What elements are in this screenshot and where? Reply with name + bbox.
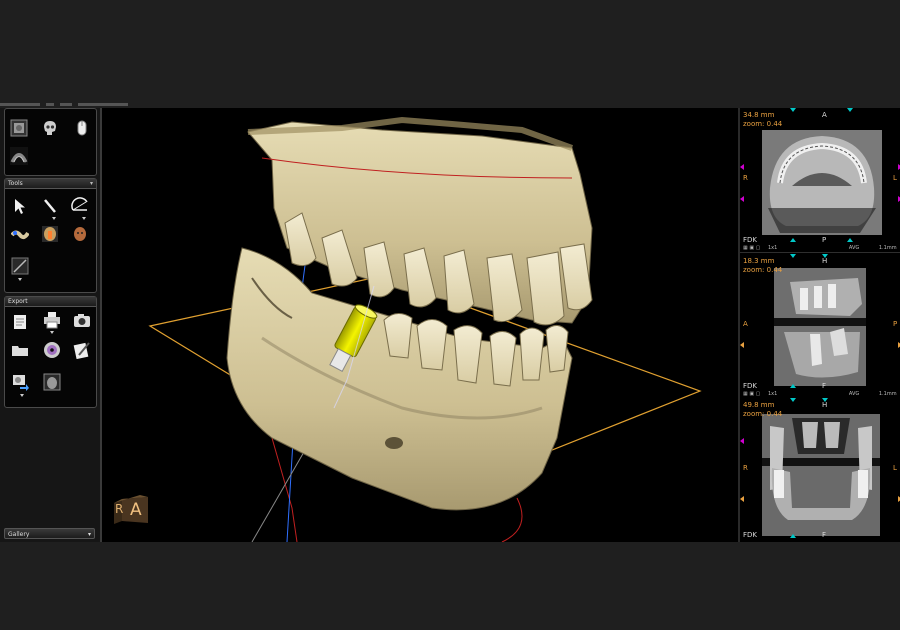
slice-panel: 34.8 mm zoom: 0.44 A R L FDK P ▦ ▣ ▢ 1x1… — [738, 108, 900, 542]
measure-line-tool-icon[interactable] — [41, 197, 59, 215]
export-image-icon[interactable] — [11, 373, 29, 391]
volume-view-icon[interactable] — [10, 119, 28, 137]
axial-filter: FDK — [743, 236, 758, 244]
left-panel: Tools ▾ Export Gallery ▾ — [0, 108, 102, 542]
chevron-down-icon[interactable] — [20, 394, 24, 397]
sagittal-slice-view[interactable]: 18.3 mm zoom: 0.44 H A P FDK F ▦ ▣ ▢ 1x1… — [740, 254, 900, 399]
screenshot-icon[interactable] — [43, 373, 61, 391]
view-group — [4, 108, 97, 176]
crop-tool-icon[interactable] — [11, 257, 29, 275]
axial-controls[interactable]: ▦ ▣ ▢ 1x1 AVG 1.1mm — [740, 244, 900, 252]
panoramic-view-icon[interactable] — [10, 147, 28, 165]
sagittal-ratio[interactable]: 1x1 — [768, 391, 777, 397]
volume-render — [148, 116, 702, 542]
chevron-down-icon[interactable]: ▾ — [88, 529, 91, 540]
document-icon[interactable] — [11, 313, 29, 331]
chevron-down-icon[interactable] — [18, 278, 22, 281]
sagittal-image — [774, 268, 866, 386]
export-header: Export — [5, 297, 96, 307]
axial-ratio[interactable]: 1x1 — [768, 245, 777, 251]
cube-label-r: R — [115, 502, 124, 516]
tools-title: Tools — [8, 180, 23, 187]
layout-icon[interactable]: ▦ ▣ ▢ — [743, 391, 760, 397]
tools-group: Tools ▾ — [4, 178, 97, 293]
cube-label-a: A — [130, 500, 142, 520]
marker-icon — [790, 254, 796, 258]
camera-icon[interactable] — [73, 311, 91, 329]
sagittal-dimension: 18.3 mm — [743, 257, 775, 265]
marker-icon — [790, 398, 796, 402]
marker-icon — [740, 438, 744, 444]
coronal-bottom-label: F — [822, 531, 827, 539]
sagittal-zoom: zoom: 0.44 — [743, 266, 783, 274]
layout-icon[interactable]: ▦ ▣ ▢ — [743, 245, 760, 251]
tools-header[interactable]: Tools ▾ — [5, 179, 96, 189]
marker-icon — [740, 164, 744, 170]
marker-icon — [847, 108, 853, 112]
red-guide-arc — [501, 497, 523, 542]
sagittal-bottom-label: F — [822, 382, 827, 390]
coronal-zoom: zoom: 0.44 — [743, 410, 783, 418]
annotate-icon[interactable] — [73, 341, 91, 359]
marker-icon — [740, 196, 744, 202]
gallery-dropdown[interactable]: Gallery ▾ — [4, 528, 95, 539]
sagittal-top-label: H — [822, 257, 828, 265]
face-tool-icon[interactable] — [71, 225, 89, 243]
marker-icon — [790, 238, 796, 242]
cd-icon[interactable] — [43, 341, 61, 359]
axial-top-label: A — [822, 111, 827, 119]
chevron-down-icon[interactable]: ▾ — [90, 179, 93, 188]
axial-right-label: L — [893, 174, 897, 182]
export-group: Export — [4, 296, 97, 408]
title-strip — [0, 100, 182, 108]
implant-tool-icon[interactable] — [41, 225, 59, 243]
axial-mode[interactable]: AVG — [849, 245, 859, 251]
3d-volume-viewport[interactable]: R A — [102, 108, 738, 542]
angle-tool-icon[interactable] — [71, 197, 89, 215]
marker-icon — [790, 108, 796, 112]
sagittal-right-label: P — [893, 320, 898, 328]
chevron-down-icon[interactable] — [52, 217, 56, 220]
coronal-image — [762, 414, 880, 536]
marker-icon — [740, 342, 744, 348]
orientation-cube[interactable]: R A — [114, 495, 150, 525]
coronal-filter: FDK — [743, 531, 758, 539]
axial-slice-view[interactable]: 34.8 mm zoom: 0.44 A R L FDK P ▦ ▣ ▢ 1x1… — [740, 108, 900, 253]
sagittal-thickness[interactable]: 1.1mm — [879, 391, 897, 397]
coronal-top-label: H — [822, 401, 828, 409]
coronal-left-label: R — [743, 464, 748, 472]
axial-thickness[interactable]: 1.1mm — [879, 245, 897, 251]
mouse-icon[interactable] — [73, 119, 91, 137]
lower-tooth — [545, 325, 569, 373]
lower-tooth — [416, 319, 448, 371]
print-icon[interactable] — [43, 311, 61, 329]
coronal-right-label: L — [893, 464, 897, 472]
coronal-slice-view[interactable]: 49.8 mm zoom: 0.44 H R L FDK F — [740, 398, 900, 542]
chevron-down-icon[interactable] — [50, 331, 54, 334]
sagittal-mode[interactable]: AVG — [849, 391, 859, 397]
nerve-tool-icon[interactable] — [11, 225, 29, 243]
sagittal-left-label: A — [743, 320, 748, 328]
axial-zoom: zoom: 0.44 — [743, 120, 783, 128]
axial-bottom-label: P — [822, 236, 827, 244]
coronal-dimension: 49.8 mm — [743, 401, 775, 409]
pointer-tool-icon[interactable] — [11, 197, 29, 215]
marker-icon — [822, 398, 828, 402]
sagittal-filter: FDK — [743, 382, 758, 390]
skull-view-icon[interactable] — [41, 119, 59, 137]
axial-left-label: R — [743, 174, 748, 182]
axial-dimension: 34.8 mm — [743, 111, 775, 119]
marker-icon — [822, 254, 828, 258]
mental-foramen — [385, 437, 403, 449]
marker-icon — [740, 496, 744, 502]
folder-icon[interactable] — [11, 341, 29, 359]
marker-icon — [790, 384, 796, 388]
axial-image — [762, 130, 882, 235]
export-title: Export — [8, 298, 28, 305]
marker-icon — [847, 238, 853, 242]
gallery-label: Gallery — [8, 531, 30, 538]
marker-icon — [790, 534, 796, 538]
chevron-down-icon[interactable] — [82, 217, 86, 220]
